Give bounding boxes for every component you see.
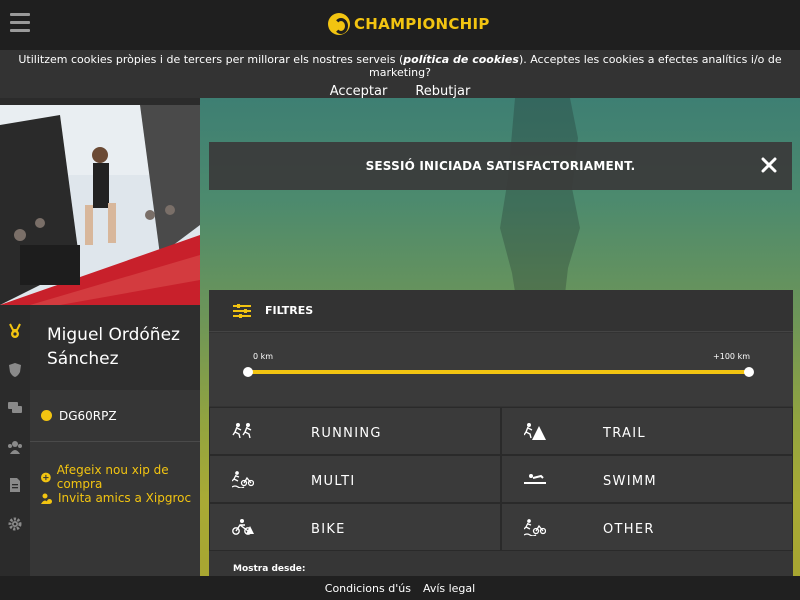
sport-swimm[interactable]: SWIMM <box>501 455 793 503</box>
accept-cookies-button[interactable]: Acceptar <box>330 84 388 99</box>
chip-icon <box>41 410 52 421</box>
legal-notice-link[interactable]: Avís legal <box>423 582 475 595</box>
close-icon[interactable] <box>760 156 778 174</box>
slider-min-handle[interactable] <box>243 367 253 377</box>
slider-track[interactable] <box>247 370 749 374</box>
cookie-banner: Utilitzem cookies pròpies i de tercers p… <box>0 50 800 99</box>
distance-slider[interactable]: 0 km +100 km <box>209 333 793 406</box>
group-icon[interactable] <box>7 439 23 455</box>
cookie-text: Utilitzem cookies pròpies i de tercers p… <box>18 53 782 79</box>
profile-panel: Miguel Ordóñez Sánchez DG60RPZ Afegeix n… <box>30 305 200 600</box>
shield-icon[interactable] <box>7 362 23 378</box>
sliders-icon <box>233 303 251 318</box>
filters-title: FILTRES <box>265 304 314 317</box>
sport-trail[interactable]: TRAIL <box>501 407 793 455</box>
multisport-icon <box>232 471 254 488</box>
profile-cover-photo <box>0 105 200 305</box>
show-since-label: Mostra desde: <box>233 564 306 574</box>
profile-name: Miguel Ordóñez Sánchez <box>30 305 200 390</box>
hamburger-menu-icon[interactable] <box>10 13 30 35</box>
running-icon <box>232 423 252 439</box>
cookie-policy-link[interactable]: política de cookies <box>403 53 519 66</box>
sport-bike[interactable]: BIKE <box>209 503 501 551</box>
sport-multi[interactable]: MULTI <box>209 455 501 503</box>
trail-icon <box>524 423 546 440</box>
sport-grid: RUNNING TRAIL MULTI SWIMM BIKE OTHER <box>209 407 793 551</box>
plus-circle-icon <box>41 472 51 482</box>
toast-message: SESSIÓ INICIADA SATISFACTORIAMENT. <box>365 159 636 173</box>
invite-friends-link[interactable]: Invita amics a Xipgroc <box>41 491 191 505</box>
reject-cookies-button[interactable]: Rebutjar <box>415 84 470 99</box>
sport-running[interactable]: RUNNING <box>209 407 501 455</box>
brand-mark-icon <box>328 13 350 35</box>
bike-icon <box>232 519 254 535</box>
medal-icon[interactable] <box>7 323 23 339</box>
brand-name: CHAMPIONCHIP <box>354 15 490 33</box>
footer: Condicions d'ús Avís legal <box>0 576 800 600</box>
top-bar: CHAMPIONCHIP <box>0 0 800 50</box>
add-user-icon <box>41 493 52 504</box>
sport-other[interactable]: OTHER <box>501 503 793 551</box>
chip-row[interactable]: DG60RPZ <box>30 390 200 442</box>
chat-icon[interactable] <box>7 400 23 416</box>
add-chip-link[interactable]: Afegeix nou xip de compra <box>41 463 200 491</box>
swim-icon <box>524 474 546 484</box>
filters-panel: FILTRES 0 km +100 km RUNNING TRAIL MULTI… <box>209 290 793 600</box>
filters-header[interactable]: FILTRES <box>209 290 793 332</box>
terms-link[interactable]: Condicions d'ús <box>325 582 411 595</box>
document-icon[interactable] <box>7 477 23 493</box>
slider-max-label: +100 km <box>713 352 750 361</box>
chip-code: DG60RPZ <box>59 408 117 423</box>
success-toast: SESSIÓ INICIADA SATISFACTORIAMENT. <box>209 142 792 190</box>
slider-max-handle[interactable] <box>744 367 754 377</box>
gear-icon[interactable] <box>7 516 23 532</box>
left-icon-rail <box>0 305 30 600</box>
brand-logo[interactable]: CHAMPIONCHIP <box>328 13 490 35</box>
slider-min-label: 0 km <box>253 352 274 361</box>
other-sport-icon <box>524 519 546 536</box>
